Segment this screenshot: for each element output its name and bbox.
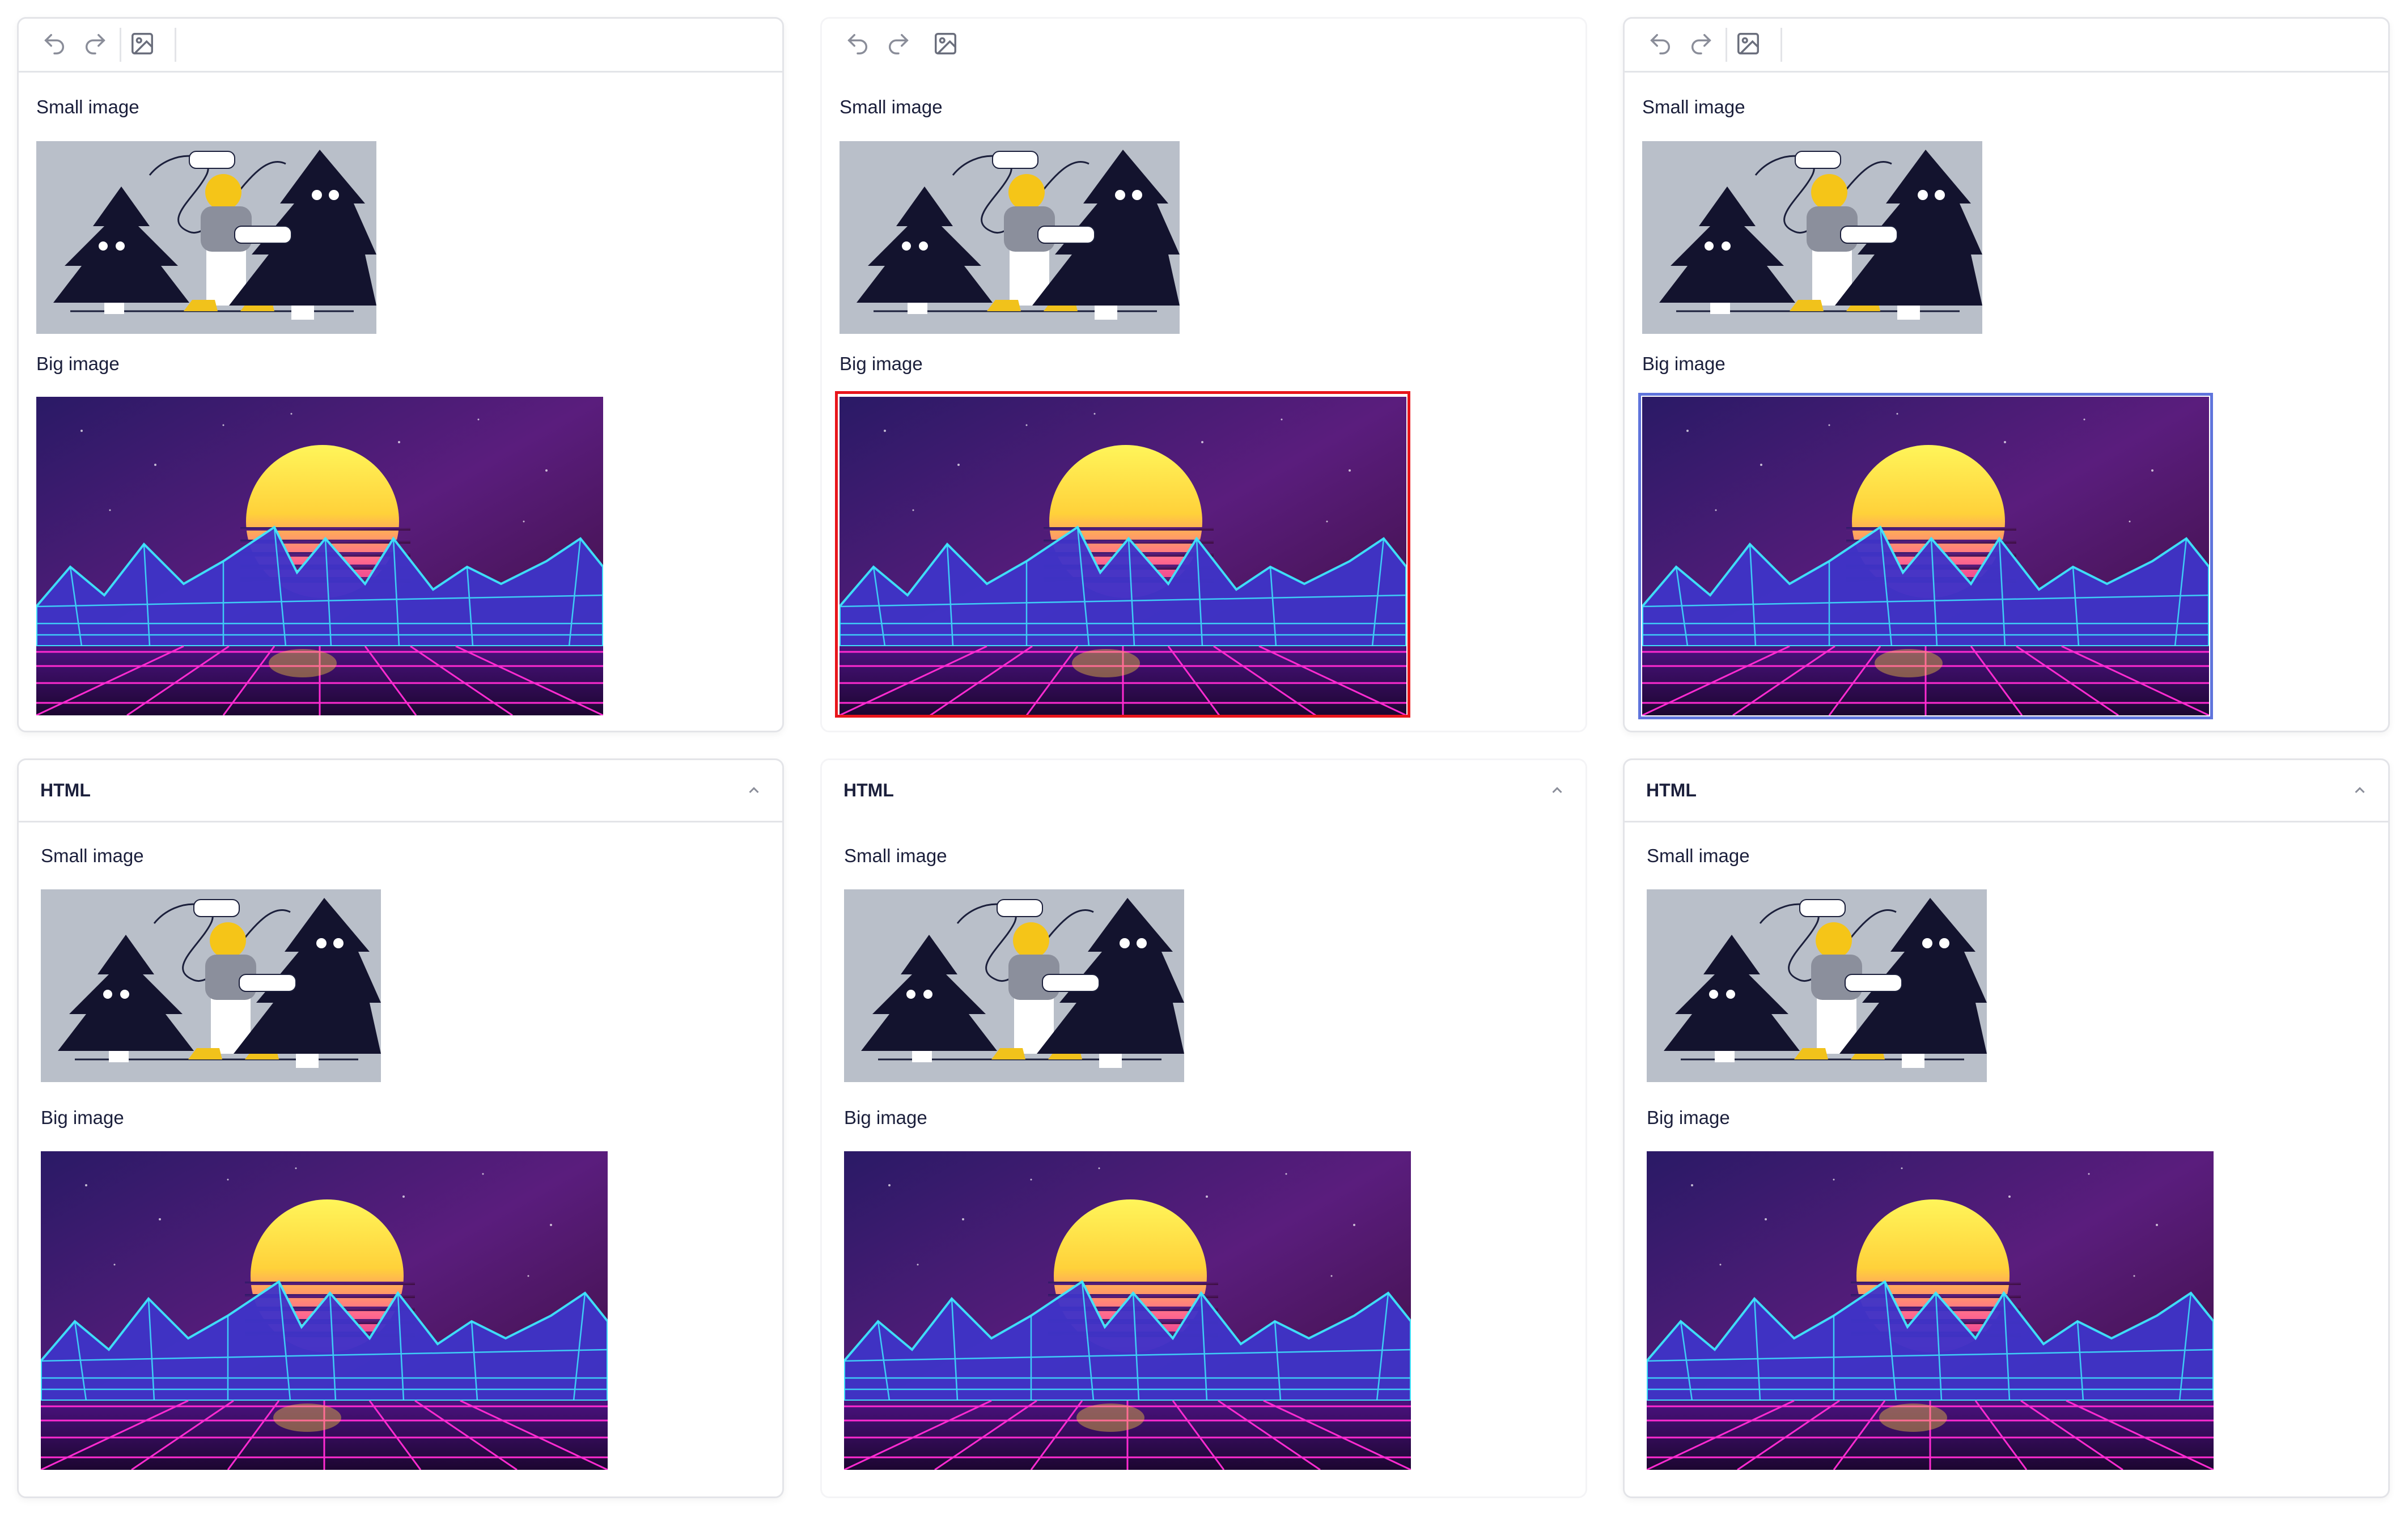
- editor-toolbar: [822, 19, 1585, 73]
- big-image[interactable]: [1642, 397, 2209, 715]
- big-image-label: Big image: [1642, 353, 1726, 374]
- insert-image-button[interactable]: [1732, 28, 1765, 61]
- big-image: [844, 1151, 1411, 1470]
- html-preview-header: HTML: [822, 760, 1585, 822]
- html-preview-card: HTML Small image Big image: [820, 758, 1587, 1498]
- big-image: [840, 397, 1406, 715]
- big-image[interactable]: [36, 397, 603, 715]
- small-image[interactable]: [36, 141, 376, 334]
- redo-icon: [1688, 31, 1714, 60]
- redo-button: [882, 28, 915, 61]
- big-image-label: Big image: [1647, 1107, 1730, 1128]
- toolbar-divider: [175, 28, 176, 62]
- big-image-label: Big image: [36, 353, 120, 374]
- big-image-label: Big image: [844, 1107, 927, 1128]
- editor-column-focused: Small image Big image HTML Small image B…: [1623, 0, 2391, 1518]
- small-image: [1647, 889, 1987, 1082]
- toolbar-divider: [1780, 28, 1782, 62]
- undo-button: [841, 28, 874, 61]
- editor-column-disabled: Small image Big image HTML Small image B…: [820, 0, 1588, 1518]
- small-image[interactable]: [1642, 141, 1982, 334]
- image-icon: [1735, 31, 1761, 60]
- image-icon: [932, 31, 959, 60]
- chevron-up-icon: [1547, 781, 1567, 801]
- big-image: [1647, 1151, 2214, 1470]
- big-image: [41, 1151, 608, 1470]
- toolbar-divider: [923, 28, 925, 62]
- editor-toolbar: [1625, 19, 2388, 73]
- undo-icon: [845, 31, 871, 60]
- html-preview-title: HTML: [40, 780, 91, 800]
- editor-column-normal: Small image Big image HTML Small image B…: [17, 0, 785, 1518]
- undo-icon: [41, 31, 67, 60]
- image-icon: [129, 31, 155, 60]
- disabled-overlay: Small image Big image HTML Small image B…: [820, 0, 1588, 1518]
- html-preview-header[interactable]: HTML: [19, 760, 782, 822]
- small-image-label: Small image: [840, 96, 943, 117]
- chevron-up-icon[interactable]: [744, 781, 764, 801]
- toolbar-divider: [120, 28, 121, 62]
- small-image: [840, 141, 1180, 334]
- redo-button[interactable]: [79, 28, 112, 61]
- toolbar-divider: [1726, 28, 1727, 62]
- small-image: [41, 889, 381, 1082]
- insert-image-button[interactable]: [126, 28, 159, 61]
- undo-button[interactable]: [1644, 28, 1677, 61]
- small-image-label: Small image: [1642, 96, 1745, 117]
- chevron-up-icon[interactable]: [2350, 781, 2370, 801]
- undo-button[interactable]: [38, 28, 71, 61]
- undo-icon: [1647, 31, 1673, 60]
- big-image-label: Big image: [840, 353, 923, 374]
- big-image-label: Big image: [41, 1107, 124, 1128]
- small-image-label: Small image: [844, 845, 947, 866]
- editor-card: Small image Big image: [820, 17, 1587, 732]
- redo-button[interactable]: [1685, 28, 1718, 61]
- small-image-label: Small image: [1647, 845, 1750, 866]
- redo-icon: [885, 31, 912, 60]
- small-image-label: Small image: [41, 845, 144, 866]
- html-preview-card: HTML Small image Big image: [1623, 758, 2390, 1498]
- html-preview-header[interactable]: HTML: [1625, 760, 2388, 822]
- redo-icon: [82, 31, 108, 60]
- insert-image-button: [929, 28, 962, 61]
- small-image-label: Small image: [36, 96, 139, 117]
- small-image: [844, 889, 1184, 1082]
- html-preview-card: HTML Small image Big image: [17, 758, 784, 1498]
- html-preview-title: HTML: [843, 780, 894, 800]
- editor-card: Small image Big image: [17, 17, 784, 732]
- editor-card: Small image Big image: [1623, 17, 2390, 732]
- editor-toolbar: [19, 19, 782, 73]
- html-preview-title: HTML: [1646, 780, 1697, 800]
